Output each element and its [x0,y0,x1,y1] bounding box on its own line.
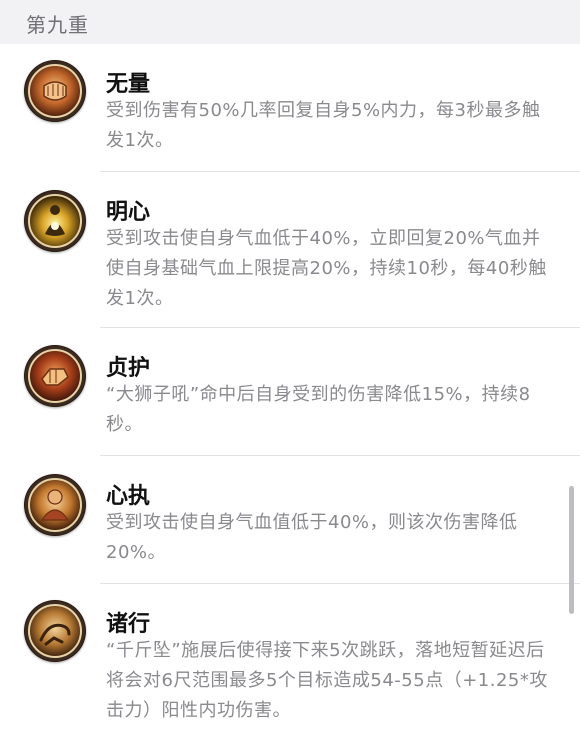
skill-name: 诸行 [106,612,151,637]
skill-item-mingxin[interactable]: 明心 受到攻击使自身气血低于40%，立即回复20%气血并使自身基础气血上限提高2… [0,172,580,328]
leap-icon [24,600,86,662]
guard-fist-icon [24,345,86,407]
meditation-icon [24,190,86,252]
fist-icon [24,60,86,122]
section-header: 第九重 [0,0,580,44]
skill-description: 受到攻击使自身气血值低于40%，则该次伤害降低20%。 [106,512,518,563]
skill-description: 受到伤害有50%几率回复自身5%内力，每3秒最多触发1次。 [106,100,541,151]
skill-item-zhuxing[interactable]: 诸行 “千斤坠”施展后使得接下来5次跳跃，落地短暂延迟后将会对6尺范围最多5个目… [0,584,580,736]
skill-name: 心执 [106,484,151,509]
skill-description: “千斤坠”施展后使得接下来5次跳跃，落地短暂延迟后将会对6尺范围最多5个目标造成… [106,640,548,721]
monk-icon [24,474,86,536]
skill-item-xinzhi[interactable]: 心执 受到攻击使自身气血值低于40%，则该次伤害降低20%。 [0,456,580,584]
scrollbar[interactable] [569,486,574,614]
section-title: 第九重 [26,13,89,37]
skill-item-zhenhu[interactable]: 贞护 “大狮子吼”命中后自身受到的伤害降低15%，持续8秒。 [0,328,580,456]
skill-description: 受到攻击使自身气血低于40%，立即回复20%气血并使自身基础气血上限提高20%，… [106,228,547,309]
skill-name: 明心 [106,200,151,225]
skill-name: 贞护 [106,356,151,381]
skill-name: 无量 [106,72,151,97]
skill-item-wuliang[interactable]: 无量 受到伤害有50%几率回复自身5%内力，每3秒最多触发1次。 [0,44,580,172]
skill-description: “大狮子吼”命中后自身受到的伤害降低15%，持续8秒。 [106,384,531,435]
